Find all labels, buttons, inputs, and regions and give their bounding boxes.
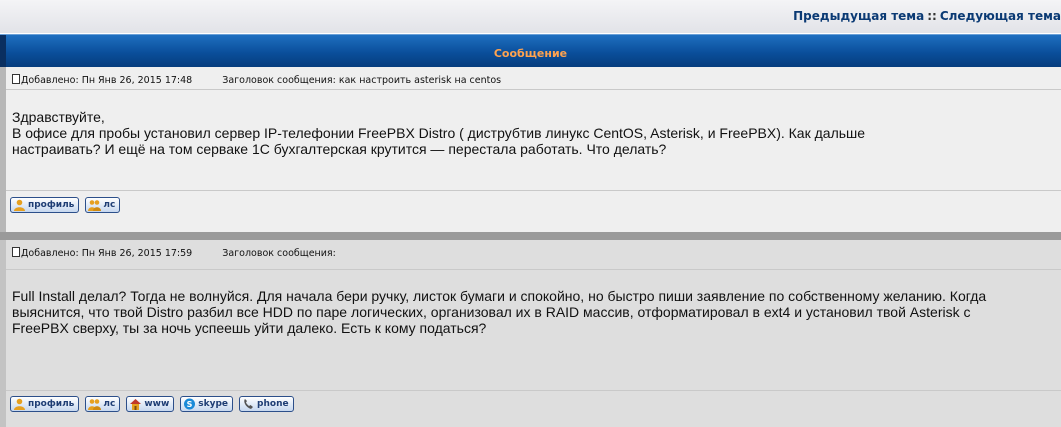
post-body: Full Install делал? Тогда не волнуйся. Д… xyxy=(12,288,1041,336)
phone-button[interactable]: phone xyxy=(239,396,294,412)
post-buttons: профиль лс www S skype phone xyxy=(10,396,294,412)
www-button[interactable]: www xyxy=(126,396,175,412)
skype-button[interactable]: S skype xyxy=(180,396,234,412)
skype-icon: S xyxy=(184,398,196,410)
skype-button-label: skype xyxy=(198,399,229,409)
divider xyxy=(6,190,1061,191)
users-icon xyxy=(88,200,102,211)
phone-button-label: phone xyxy=(257,399,289,409)
profile-button[interactable]: профиль xyxy=(10,396,80,412)
top-bar: Предыдущая тема:: Следующая тема xyxy=(0,0,1061,33)
post-body-line: выяснится, что твой Distro разбил все HD… xyxy=(12,304,971,320)
post-2: Добавлено: Пн Янв 26, 2015 17:59 Заголов… xyxy=(0,240,1061,427)
house-icon xyxy=(130,399,142,410)
post-meta: Добавлено: Пн Янв 26, 2015 17:59 Заголов… xyxy=(12,247,336,259)
post-icon xyxy=(12,74,20,84)
user-icon xyxy=(14,199,25,211)
post-icon xyxy=(12,247,20,257)
profile-button-label: профиль xyxy=(28,200,75,210)
posted-date: Пн Янв 26, 2015 17:48 xyxy=(81,75,193,86)
posted-label: Добавлено: xyxy=(21,248,79,259)
post-1: Добавлено: Пн Янв 26, 2015 17:48 Заголов… xyxy=(0,67,1061,232)
users-icon xyxy=(88,399,102,410)
next-topic-link[interactable]: Следующая тема xyxy=(940,9,1061,23)
divider xyxy=(6,269,1061,270)
post-body-line: В офисе для пробы установил сервер IP-те… xyxy=(12,125,866,141)
pm-button[interactable]: лс xyxy=(85,197,121,213)
profile-button[interactable]: профиль xyxy=(10,197,80,213)
profile-button-label: профиль xyxy=(28,399,75,409)
posted-date: Пн Янв 26, 2015 17:59 xyxy=(81,248,193,259)
post-body-line: FreePBX сверху, ты за ночь успеешь уйти … xyxy=(12,320,487,336)
message-header-title: Сообщение xyxy=(493,47,568,60)
subject-label: Заголовок сообщения: xyxy=(222,248,336,259)
pm-button-label: лс xyxy=(103,200,116,210)
message-header: Сообщение xyxy=(0,34,1061,68)
post-separator xyxy=(0,232,1061,240)
pm-button-label: лс xyxy=(103,399,116,409)
posted-label: Добавлено: xyxy=(21,75,79,86)
nav-separator: :: xyxy=(927,9,937,23)
topic-navigation: Предыдущая тема:: Следующая тема xyxy=(793,9,1061,23)
user-icon xyxy=(14,398,25,410)
post-body: Здравствуйте, В офисе для пробы установи… xyxy=(12,109,1041,157)
header-edge xyxy=(0,35,6,68)
subject-label: Заголовок сообщения: xyxy=(222,75,336,86)
post-body-line: настраивать? И ещё на том серваке 1С бух… xyxy=(12,141,667,157)
subject-text: как настроить asterisk на centos xyxy=(338,75,502,86)
post-buttons: профиль лс xyxy=(10,197,121,213)
post-body-line: Здравствуйте, xyxy=(12,109,105,125)
pm-button[interactable]: лс xyxy=(85,396,121,412)
divider xyxy=(6,89,1061,90)
divider xyxy=(6,390,1061,391)
prev-topic-link[interactable]: Предыдущая тема xyxy=(793,9,924,23)
phone-icon xyxy=(244,399,254,409)
svg-text:S: S xyxy=(187,400,193,409)
www-button-label: www xyxy=(144,399,170,409)
post-meta: Добавлено: Пн Янв 26, 2015 17:48 Заголов… xyxy=(12,74,501,86)
post-body-line: Full Install делал? Тогда не волнуйся. Д… xyxy=(12,288,987,304)
